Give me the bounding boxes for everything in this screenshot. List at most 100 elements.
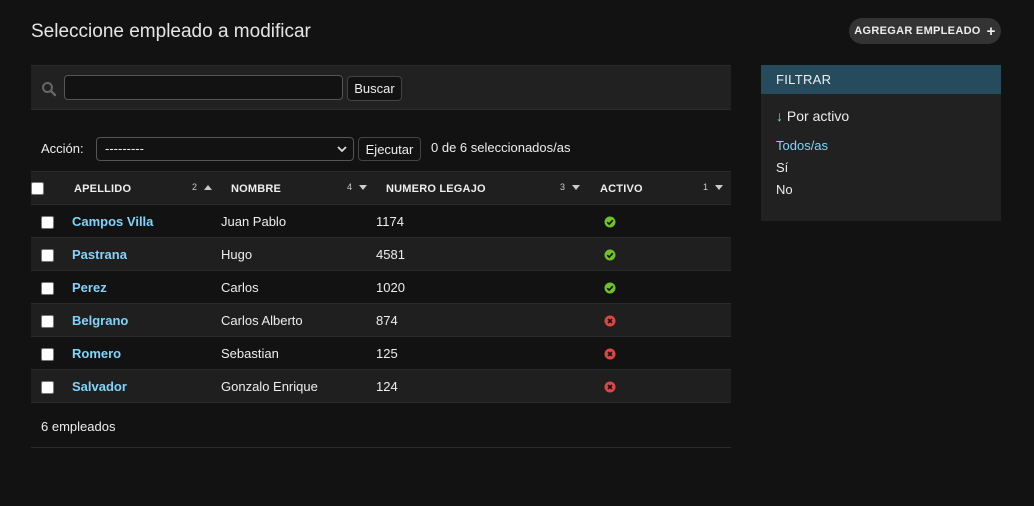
add-employee-label: AGREGAR EMPLEADO bbox=[854, 25, 981, 37]
sort-priority: 3 bbox=[560, 182, 566, 192]
filter-panel: FILTRAR ↓ Por activo Todos/as Sí No bbox=[761, 65, 1001, 221]
table-row: Salvador Gonzalo Enrique 124 bbox=[31, 369, 731, 403]
sort-priority: 4 bbox=[347, 182, 353, 192]
row-checkbox[interactable] bbox=[41, 347, 54, 361]
active-no-icon bbox=[604, 348, 616, 360]
column-label: NUMERO LEGAJO bbox=[386, 183, 486, 195]
legajo-cell: 874 bbox=[376, 303, 589, 337]
nombre-cell: Sebastian bbox=[221, 336, 376, 370]
sort-indicator[interactable]: 3 bbox=[560, 182, 581, 192]
sort-priority: 2 bbox=[192, 182, 198, 192]
arrow-down-icon: ↓ bbox=[776, 108, 783, 124]
search-toolbar: Buscar bbox=[31, 65, 731, 110]
column-header-nombre[interactable]: NOMBRE 4 bbox=[221, 171, 376, 205]
employee-link[interactable]: Campos Villa bbox=[64, 214, 153, 229]
filter-header: FILTRAR bbox=[761, 65, 1001, 94]
sort-indicator[interactable]: 2 bbox=[192, 182, 213, 192]
activo-cell bbox=[589, 204, 731, 238]
results-table: APELLIDO 2 NOMBRE 4 NUMERO LEGAJO 3 ACTI… bbox=[31, 171, 731, 403]
legajo-cell: 124 bbox=[376, 369, 589, 403]
nombre-cell: Carlos bbox=[221, 270, 376, 304]
column-label: APELLIDO bbox=[74, 183, 132, 195]
column-header-numero-legajo[interactable]: NUMERO LEGAJO 3 bbox=[376, 171, 589, 205]
search-icon bbox=[42, 82, 57, 97]
row-select-cell bbox=[31, 369, 64, 403]
row-select-cell bbox=[31, 270, 64, 304]
search-button[interactable]: Buscar bbox=[347, 76, 402, 101]
column-label: ACTIVO bbox=[600, 183, 643, 195]
active-no-icon bbox=[604, 381, 616, 393]
employee-link[interactable]: Pastrana bbox=[64, 247, 127, 262]
row-select-cell bbox=[31, 303, 64, 337]
activo-cell bbox=[589, 270, 731, 304]
execute-button[interactable]: Ejecutar bbox=[358, 137, 421, 161]
apellido-cell: Perez bbox=[64, 270, 221, 304]
active-yes-icon bbox=[604, 249, 616, 261]
nombre-cell: Gonzalo Enrique bbox=[221, 369, 376, 403]
employee-link[interactable]: Salvador bbox=[64, 379, 127, 394]
filter-option-no[interactable]: No bbox=[776, 182, 793, 197]
table-row: Perez Carlos 1020 bbox=[31, 270, 731, 304]
activo-cell bbox=[589, 237, 731, 271]
table-row: Romero Sebastian 125 bbox=[31, 336, 731, 370]
apellido-cell: Campos Villa bbox=[64, 204, 221, 238]
apellido-cell: Pastrana bbox=[64, 237, 221, 271]
plus-icon: + bbox=[986, 22, 996, 40]
filter-section-label: Por activo bbox=[786, 108, 850, 124]
paginator: 6 empleados bbox=[31, 404, 731, 448]
row-checkbox[interactable] bbox=[41, 380, 54, 394]
row-checkbox[interactable] bbox=[41, 314, 54, 328]
sort-descending-icon bbox=[359, 185, 368, 190]
select-all-header bbox=[31, 171, 64, 205]
filter-option-todos[interactable]: Todos/as bbox=[776, 138, 828, 153]
activo-cell bbox=[589, 303, 731, 337]
sort-ascending-icon bbox=[204, 185, 213, 190]
nombre-cell: Hugo bbox=[221, 237, 376, 271]
apellido-cell: Belgrano bbox=[64, 303, 221, 337]
add-employee-button[interactable]: AGREGAR EMPLEADO + bbox=[849, 18, 1001, 44]
apellido-cell: Salvador bbox=[64, 369, 221, 403]
column-label: NOMBRE bbox=[231, 183, 282, 195]
legajo-cell: 4581 bbox=[376, 237, 589, 271]
apellido-cell: Romero bbox=[64, 336, 221, 370]
active-yes-icon bbox=[604, 282, 616, 294]
active-no-icon bbox=[604, 315, 616, 327]
sort-indicator[interactable]: 4 bbox=[347, 182, 368, 192]
active-yes-icon bbox=[604, 216, 616, 228]
nombre-cell: Juan Pablo bbox=[221, 204, 376, 238]
row-select-cell bbox=[31, 336, 64, 370]
table-row: Belgrano Carlos Alberto 874 bbox=[31, 303, 731, 337]
row-checkbox[interactable] bbox=[41, 215, 54, 229]
sort-descending-icon bbox=[572, 185, 581, 190]
column-header-apellido[interactable]: APELLIDO 2 bbox=[64, 171, 221, 205]
row-select-cell bbox=[31, 204, 64, 238]
column-header-activo[interactable]: ACTIVO 1 bbox=[589, 171, 731, 205]
sort-priority: 1 bbox=[703, 182, 709, 192]
row-select-cell bbox=[31, 237, 64, 271]
actions-bar: Acción: --------- Ejecutar 0 de 6 selecc… bbox=[41, 137, 731, 161]
search-input[interactable] bbox=[64, 75, 343, 100]
table-header-row: APELLIDO 2 NOMBRE 4 NUMERO LEGAJO 3 ACTI… bbox=[31, 171, 731, 205]
filter-option-si[interactable]: Sí bbox=[776, 160, 788, 175]
activo-cell bbox=[589, 369, 731, 403]
select-all-checkbox[interactable] bbox=[31, 181, 44, 195]
action-select-value: --------- bbox=[105, 141, 144, 156]
sort-descending-icon bbox=[715, 185, 724, 190]
filter-title: FILTRAR bbox=[776, 72, 832, 87]
row-checkbox[interactable] bbox=[41, 281, 54, 295]
employee-link[interactable]: Perez bbox=[64, 280, 107, 295]
table-row: Campos Villa Juan Pablo 1174 bbox=[31, 204, 731, 238]
admin-page: Seleccione empleado a modificar AGREGAR … bbox=[0, 0, 1034, 506]
filter-section-title: ↓ Por activo bbox=[776, 108, 849, 124]
activo-cell bbox=[589, 336, 731, 370]
employee-link[interactable]: Belgrano bbox=[64, 313, 128, 328]
action-label: Acción: bbox=[41, 141, 84, 156]
legajo-cell: 1174 bbox=[376, 204, 589, 238]
row-checkbox[interactable] bbox=[41, 248, 54, 262]
action-select[interactable]: --------- bbox=[96, 137, 354, 161]
selection-counter: 0 de 6 seleccionados/as bbox=[431, 140, 571, 155]
legajo-cell: 1020 bbox=[376, 270, 589, 304]
table-row: Pastrana Hugo 4581 bbox=[31, 237, 731, 271]
sort-indicator[interactable]: 1 bbox=[703, 182, 724, 192]
employee-link[interactable]: Romero bbox=[64, 346, 121, 361]
